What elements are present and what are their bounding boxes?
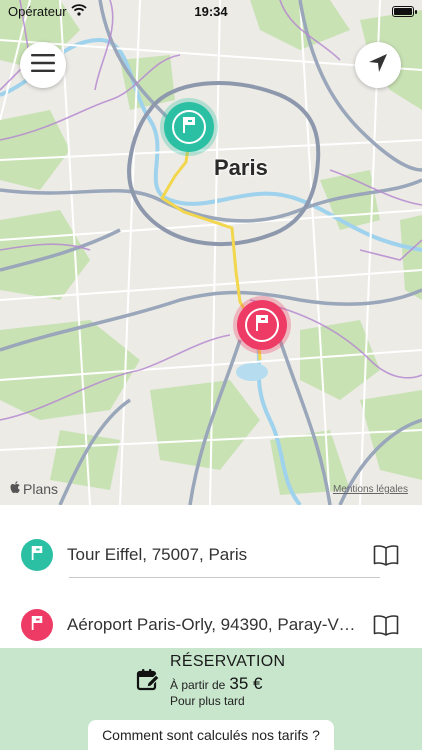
flag-icon	[181, 116, 197, 139]
booking-price-line: À partir de 35 €	[170, 674, 262, 694]
booking-title: RÉSERVATION	[170, 653, 286, 670]
legal-notice-link[interactable]: Mentions légales	[333, 484, 408, 495]
map-city-label: Paris	[214, 155, 268, 180]
start-pin-inner	[172, 110, 206, 144]
pricing-info-button[interactable]: Comment sont calculés nos tarifs ?	[88, 720, 334, 750]
start-address-field[interactable]: Tour Eiffel, 75007, Paris	[67, 545, 357, 565]
destination-pin[interactable]	[237, 300, 287, 350]
location-arrow-icon	[367, 52, 389, 79]
price-amount: 35 €	[229, 674, 263, 693]
destination-address-row[interactable]: Aéroport Paris-Orly, 94390, Paray-Vieill…	[0, 598, 422, 652]
flag-icon	[30, 545, 44, 566]
booking-button[interactable]: RÉSERVATION À partir de 35 € Pour plus t…	[0, 648, 422, 712]
booking-footer: RÉSERVATION À partir de 35 € Pour plus t…	[0, 648, 422, 750]
battery-icon	[392, 5, 417, 17]
destination-address-field[interactable]: Aéroport Paris-Orly, 94390, Paray-Vieill…	[67, 615, 357, 635]
flag-icon	[254, 314, 270, 337]
start-address-row[interactable]: Tour Eiffel, 75007, Paris	[0, 528, 422, 582]
address-book-icon[interactable]	[372, 541, 400, 569]
address-book-icon[interactable]	[372, 611, 400, 639]
calendar-edit-icon	[136, 668, 160, 692]
address-divider	[69, 577, 380, 578]
start-address-badge	[21, 539, 53, 571]
maps-attribution: Plans	[10, 481, 58, 497]
locate-me-button[interactable]	[355, 42, 401, 88]
start-pin[interactable]	[164, 102, 214, 152]
booking-subtitle: Pour plus tard	[170, 694, 245, 708]
price-prefix: À partir de	[170, 678, 226, 692]
maps-brand-label: Plans	[23, 481, 59, 497]
carrier-label: Opérateur	[8, 3, 67, 19]
status-left: Opérateur	[8, 4, 87, 19]
flag-icon	[30, 615, 44, 636]
apple-logo-icon	[10, 481, 21, 497]
address-panel: Tour Eiffel, 75007, Paris Aéroport Paris…	[0, 505, 422, 648]
wifi-icon	[70, 3, 87, 19]
status-time: 19:34	[194, 3, 228, 19]
menu-button[interactable]	[20, 42, 66, 88]
map-view[interactable]: Opérateur 19:34 Paris Plans Mentions lég…	[0, 0, 422, 505]
status-bar: Opérateur 19:34	[0, 0, 422, 22]
destination-address-badge	[21, 609, 53, 641]
destination-pin-inner	[245, 308, 279, 342]
hamburger-icon	[31, 53, 55, 77]
